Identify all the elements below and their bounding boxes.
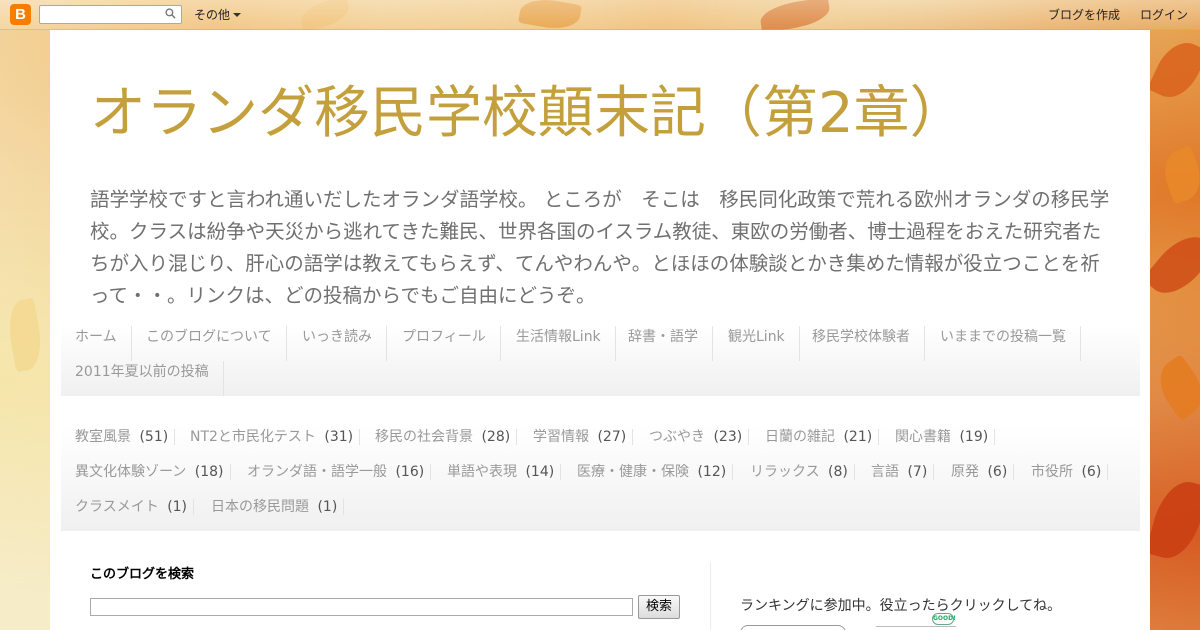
label-link[interactable]: NT2と市民化テスト (31) [176, 426, 361, 461]
label-link[interactable]: 原発 (6) [937, 461, 1015, 496]
label-link[interactable]: 単語や表現 (14) [433, 461, 562, 496]
label-name: 異文化体験ゾーン [75, 464, 187, 480]
more-menu-label: その他 [194, 8, 231, 22]
label-name: 日蘭の雑記 [765, 429, 835, 445]
label-count: (18) [194, 464, 231, 480]
label-count: (23) [713, 429, 750, 445]
sidebar-divider [710, 562, 711, 630]
label-name: 単語や表現 [447, 464, 517, 480]
label-count: (6) [1081, 464, 1109, 480]
search-icon[interactable] [165, 8, 176, 19]
pages-tab-bar: ホーム このブログについて いっき読み プロフィール 生活情報Link 辞書・語… [61, 326, 1140, 396]
label-count: (14) [525, 464, 562, 480]
label-count: (16) [395, 464, 432, 480]
tab-about-blog[interactable]: このブログについて [132, 326, 287, 361]
tab-profile[interactable]: プロフィール [388, 326, 501, 361]
good-badge[interactable]: GOOD! [932, 613, 956, 625]
label-count: (8) [828, 464, 855, 480]
label-link[interactable]: リラックス (8) [736, 461, 855, 496]
tab-read-all[interactable]: いっき読み [288, 326, 387, 361]
blogger-logo-icon[interactable]: B [10, 4, 31, 25]
label-link[interactable]: オランダ語・語学一般 (16) [233, 461, 432, 496]
tab-school-experience[interactable]: 移民学校体験者 [798, 326, 925, 361]
ranking-text: ランキングに参加中。役立ったらクリックしてね。 [740, 598, 1062, 614]
tab-tourism-links[interactable]: 観光Link [714, 326, 800, 361]
label-name: つぶやき [649, 429, 705, 445]
autumn-leaf-decoration [1147, 34, 1200, 106]
create-blog-link[interactable]: ブログを作成 [1048, 6, 1120, 23]
label-count: (31) [324, 429, 361, 445]
tab-home[interactable]: ホーム [61, 326, 132, 361]
label-name: 関心書籍 [895, 429, 951, 445]
label-link[interactable]: つぶやき (23) [635, 426, 750, 461]
navbar-search-input[interactable] [39, 5, 182, 24]
ranking-banner[interactable] [740, 625, 846, 630]
label-name: 原発 [951, 464, 979, 480]
label-name: 移民の社会背景 [375, 429, 473, 445]
label-name: NT2と市民化テスト [190, 429, 316, 445]
label-name: オランダ語・語学一般 [247, 464, 387, 480]
label-link[interactable]: 日蘭の雑記 (21) [751, 426, 880, 461]
autumn-leaf-decoration [1142, 225, 1200, 305]
tab-pre-2011-posts[interactable]: 2011年夏以前の投稿 [61, 361, 224, 396]
label-link[interactable]: 市役所 (6) [1017, 461, 1109, 496]
ranking-banner[interactable] [876, 626, 956, 630]
search-widget-title: このブログを検索 [90, 567, 195, 582]
labels-bar: 教室風景 (51) NT2と市民化テスト (31) 移民の社会背景 (28) 学… [61, 426, 1140, 531]
caret-down-icon [233, 13, 242, 17]
label-name: クラスメイト [75, 499, 159, 515]
autumn-leaf-decoration [1145, 475, 1200, 565]
label-name: リラックス [750, 464, 820, 480]
label-count: (6) [987, 464, 1015, 480]
blog-title[interactable]: オランダ移民学校顛末記（第2章） [90, 68, 966, 149]
label-count: (51) [139, 429, 176, 445]
label-link[interactable]: クラスメイト (1) [61, 496, 195, 531]
label-link[interactable]: 関心書籍 (19) [881, 426, 996, 461]
tab-life-info-links[interactable]: 生活情報Link [502, 326, 616, 361]
label-name: 日本の移民問題 [211, 499, 309, 515]
search-button[interactable]: 検索 [638, 595, 680, 619]
tab-all-posts[interactable]: いままでの投稿一覧 [926, 326, 1081, 361]
autumn-leaf-decoration [4, 297, 46, 373]
blog-search-input[interactable] [90, 598, 633, 616]
label-count: (19) [959, 429, 996, 445]
more-menu-button[interactable]: その他 [194, 6, 242, 23]
label-count: (28) [481, 429, 518, 445]
label-name: 教室風景 [75, 429, 131, 445]
label-count: (21) [843, 429, 880, 445]
label-link[interactable]: 学習情報 (27) [519, 426, 634, 461]
login-link[interactable]: ログイン [1140, 6, 1188, 23]
label-link[interactable]: 教室風景 (51) [61, 426, 176, 461]
label-link[interactable]: 異文化体験ゾーン (18) [61, 461, 231, 496]
label-name: 学習情報 [533, 429, 589, 445]
label-link[interactable]: 医療・健康・保険 (12) [563, 461, 734, 496]
label-count: (12) [697, 464, 734, 480]
label-link[interactable]: 言語 (7) [857, 461, 935, 496]
blogger-navbar: B その他 ブログを作成 ログイン [0, 0, 1200, 30]
label-name: 医療・健康・保険 [577, 464, 689, 480]
blog-content: オランダ移民学校顛末記（第2章） 語学学校ですと言われ通いだしたオランダ語学校。… [50, 30, 1150, 630]
label-count: (1) [317, 499, 345, 515]
label-count: (27) [597, 429, 634, 445]
label-link[interactable]: 移民の社会背景 (28) [361, 426, 518, 461]
label-name: 市役所 [1031, 464, 1073, 480]
blog-description: 語学学校ですと言われ通いだしたオランダ語学校。 ところが そこは 移民同化政策で… [90, 188, 1110, 307]
label-link[interactable]: 日本の移民問題 (1) [197, 496, 345, 531]
label-count: (7) [907, 464, 935, 480]
label-name: 言語 [871, 464, 899, 480]
autumn-leaf-decoration [1149, 354, 1200, 421]
label-count: (1) [167, 499, 195, 515]
tab-dictionary[interactable]: 辞書・語学 [614, 326, 713, 361]
autumn-leaf-decoration [1157, 145, 1200, 205]
